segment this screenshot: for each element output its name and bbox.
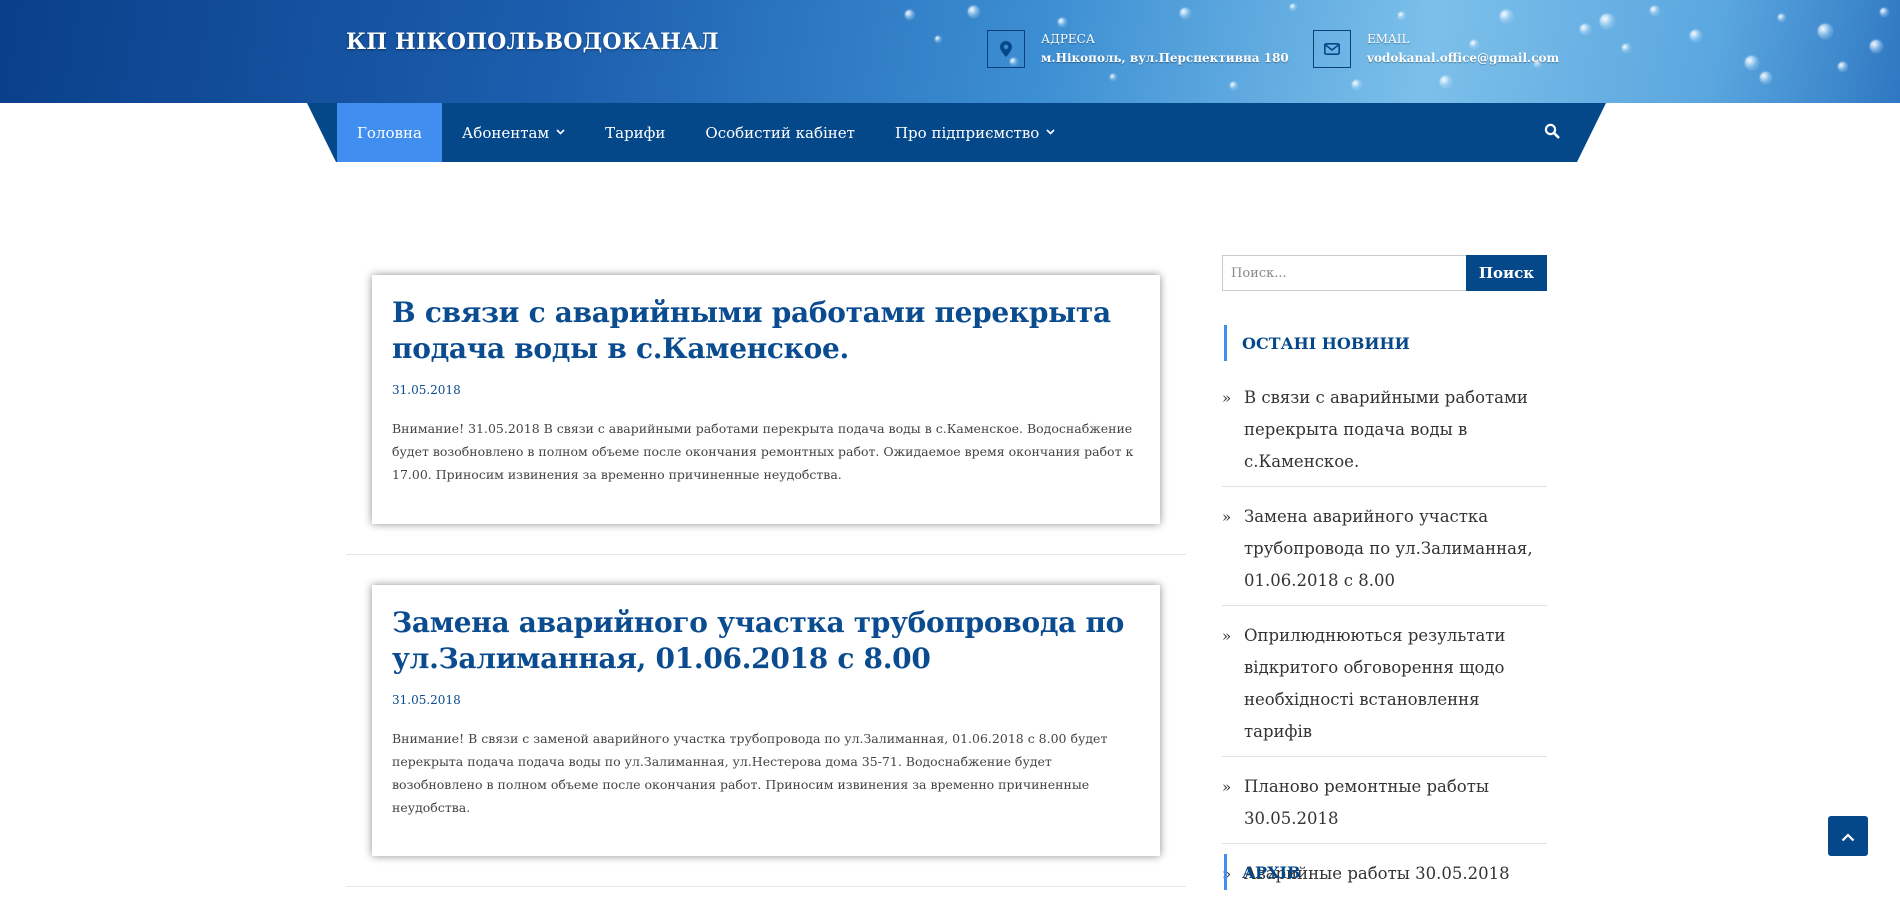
chevron-down-icon [1046, 127, 1055, 138]
post-title[interactable]: В связи с аварийными работами перекрыта … [392, 295, 1140, 367]
double-chevron-icon: » [1222, 627, 1232, 645]
list-item[interactable]: » В связи с аварийными работами перекрыта… [1222, 378, 1547, 487]
search-button[interactable]: Поиск [1466, 255, 1547, 291]
chevron-up-icon [1841, 827, 1855, 846]
site-header: КП НІКОПОЛЬВОДОКАНАЛ АДРЕСА м.Нікополь, … [0, 0, 1900, 103]
address-contact: АДРЕСА м.Нікополь, вул.Перспективна 180 [987, 30, 1289, 68]
chevron-down-icon [556, 127, 565, 138]
search-icon[interactable] [1544, 123, 1562, 141]
post-excerpt: Внимание! В связи с заменой аварийного у… [392, 731, 1108, 815]
nav-item-tariffs[interactable]: Тарифи [585, 103, 685, 162]
nav-item-subscribers[interactable]: Абонентам [442, 103, 585, 162]
main-navigation: Головна Абонентам Тарифи Особистий кабін… [307, 103, 1606, 162]
nav-item-home[interactable]: Головна [337, 103, 442, 162]
email-contact: EMAIL vodokanal.office@gmail.com [1313, 30, 1559, 68]
address-label: АДРЕСА [1041, 32, 1095, 46]
envelope-icon [1313, 30, 1351, 68]
list-item[interactable]: » Планово ремонтные работы 30.05.2018 [1222, 767, 1547, 844]
recent-news-title: ОСТАНІ НОВИНИ [1224, 325, 1410, 361]
post-card: В связи с аварийными работами перекрыта … [372, 275, 1160, 524]
post-divider [346, 886, 1186, 887]
post-divider [346, 554, 1186, 555]
archive-title: АРХІВ [1224, 854, 1300, 890]
recent-news-list: » В связи с аварийными работами перекрыта… [1222, 378, 1547, 908]
email-value[interactable]: vodokanal.office@gmail.com [1367, 49, 1559, 68]
post-excerpt: Внимание! 31.05.2018 В связи с аварийным… [392, 421, 1134, 482]
map-marker-icon [987, 30, 1025, 68]
list-item[interactable]: » Замена аварийного участка трубопровода … [1222, 497, 1547, 606]
site-title[interactable]: КП НІКОПОЛЬВОДОКАНАЛ [346, 29, 719, 55]
post-date[interactable]: 31.05.2018 [392, 383, 1140, 397]
post-title[interactable]: Замена аварийного участка трубопровода п… [392, 605, 1140, 677]
nav-item-about[interactable]: Про підприємство [875, 103, 1075, 162]
address-value: м.Нікополь, вул.Перспективна 180 [1041, 51, 1289, 65]
post-date[interactable]: 31.05.2018 [392, 693, 1140, 707]
search-input[interactable] [1222, 255, 1467, 291]
nav-item-personal-account[interactable]: Особистий кабінет [685, 103, 875, 162]
double-chevron-icon: » [1222, 508, 1232, 526]
double-chevron-icon: » [1222, 778, 1232, 796]
list-item[interactable]: » Оприлюднюються результати відкритого об… [1222, 616, 1547, 757]
double-chevron-icon: » [1222, 389, 1232, 407]
post-card: Замена аварийного участка трубопровода п… [372, 585, 1160, 856]
email-label: EMAIL [1367, 32, 1410, 46]
back-to-top-button[interactable] [1828, 816, 1868, 856]
